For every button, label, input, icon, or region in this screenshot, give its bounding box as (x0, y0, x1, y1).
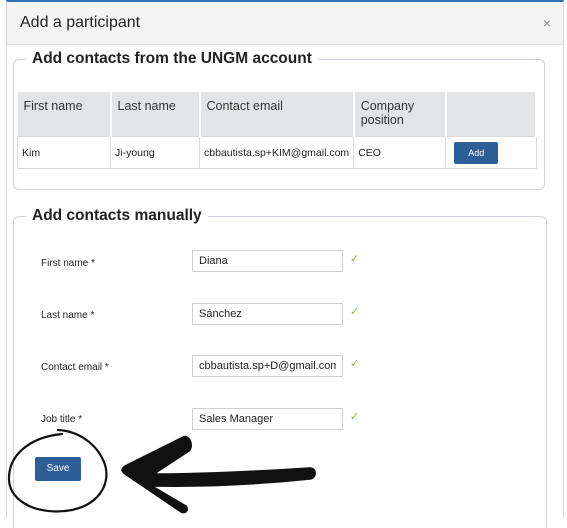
hand-drawn-circle (7, 428, 108, 513)
annotation-overlay (7, 428, 316, 514)
hand-drawn-arrow (121, 435, 316, 514)
